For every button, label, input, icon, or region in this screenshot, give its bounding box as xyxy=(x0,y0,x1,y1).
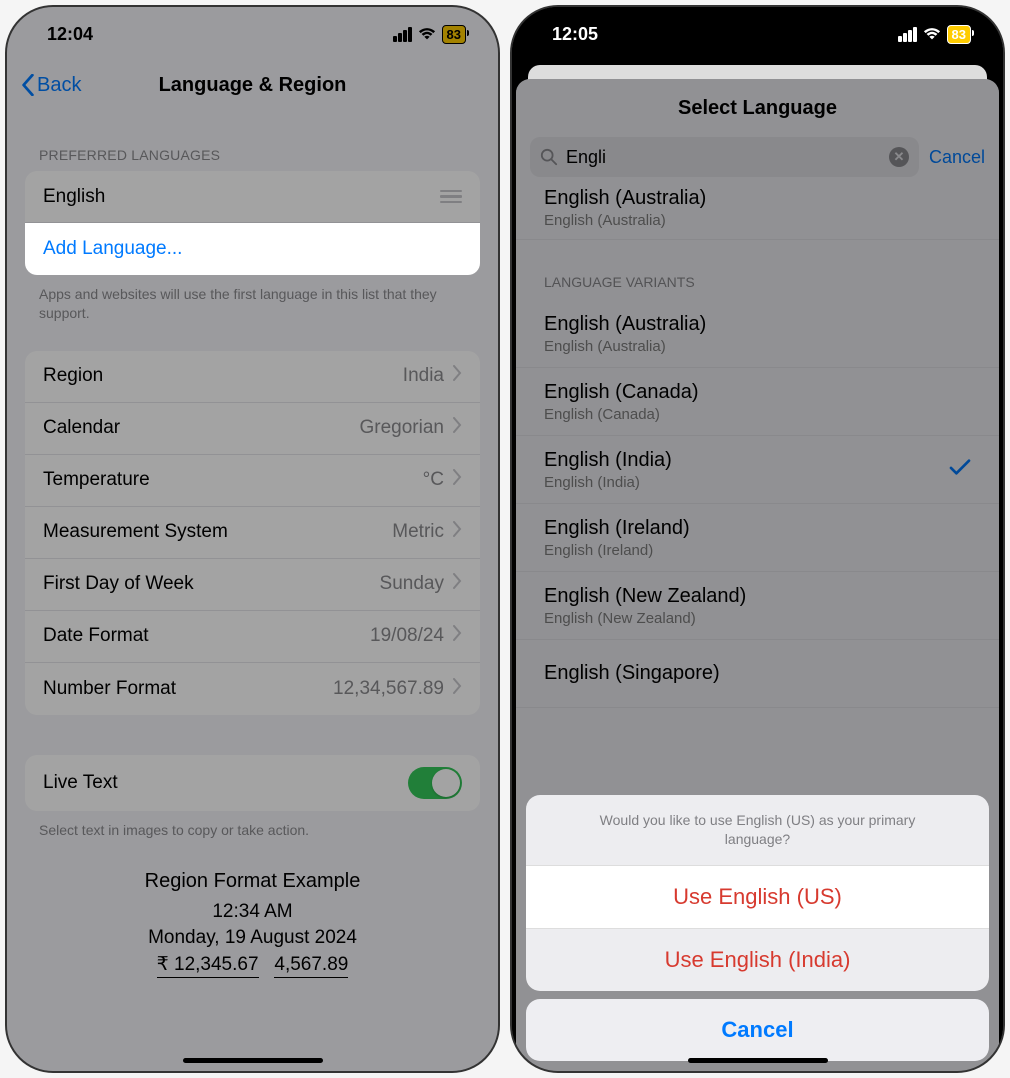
cancel-search-button[interactable]: Cancel xyxy=(929,147,985,168)
example-numbers: ₹ 12,345.67 4,567.89 xyxy=(7,953,498,978)
back-label: Back xyxy=(37,74,81,97)
status-time: 12:04 xyxy=(47,24,93,45)
variants-header: LANGUAGE VARIANTS xyxy=(516,240,999,300)
status-right: 83 xyxy=(898,25,971,44)
sheet-title: Select Language xyxy=(516,79,999,137)
back-button[interactable]: Back xyxy=(21,74,81,97)
action-sheet-cancel-button[interactable]: Cancel xyxy=(526,999,989,1061)
chevron-right-icon xyxy=(452,365,462,387)
add-language-row[interactable]: Add Language... xyxy=(25,223,480,275)
search-field[interactable]: ✕ xyxy=(530,137,919,177)
cellular-icon xyxy=(898,27,917,42)
calendar-row[interactable]: Calendar Gregorian xyxy=(25,403,480,455)
list-item[interactable]: English (Australia) English (Australia) xyxy=(516,187,999,240)
status-right: 83 xyxy=(393,25,466,44)
chevron-right-icon xyxy=(452,417,462,439)
live-text-row[interactable]: Live Text xyxy=(25,755,480,811)
battery-indicator: 83 xyxy=(442,25,466,44)
cellular-icon xyxy=(393,27,412,42)
search-row: ✕ Cancel xyxy=(516,137,999,183)
status-time: 12:05 xyxy=(552,24,598,45)
preferred-languages-group: English Add Language... xyxy=(25,171,480,275)
live-text-toggle[interactable] xyxy=(408,767,462,799)
use-english-india-button[interactable]: Use English (India) xyxy=(526,929,989,991)
chevron-right-icon xyxy=(452,469,462,491)
chevron-right-icon xyxy=(452,521,462,543)
example-title: Region Format Example xyxy=(7,870,498,893)
temperature-row[interactable]: Temperature °C xyxy=(25,455,480,507)
list-item[interactable]: English (Singapore) xyxy=(516,640,999,708)
live-text-footer: Select text in images to copy or take ac… xyxy=(7,811,498,840)
preferred-languages-footer: Apps and websites will use the first lan… xyxy=(7,275,498,323)
date-format-row[interactable]: Date Format 19/08/24 xyxy=(25,611,480,663)
list-item[interactable]: English (Ireland)English (Ireland) xyxy=(516,504,999,572)
action-sheet: Would you like to use English (US) as yo… xyxy=(526,795,989,1061)
left-phone: 12:04 83 Back Language & Region PREFERRE… xyxy=(5,5,500,1073)
example-date: Monday, 19 August 2024 xyxy=(7,927,498,949)
language-row-english[interactable]: English xyxy=(25,171,480,223)
action-sheet-group: Would you like to use English (US) as yo… xyxy=(526,795,989,991)
add-language-label: Add Language... xyxy=(43,238,182,260)
action-sheet-message: Would you like to use English (US) as yo… xyxy=(526,795,989,866)
list-item[interactable]: English (New Zealand)English (New Zealan… xyxy=(516,572,999,640)
select-language-sheet: Select Language ✕ Cancel English (Austra… xyxy=(516,79,999,1071)
list-item[interactable]: English (Australia)English (Australia) xyxy=(516,300,999,368)
list-item[interactable]: English (Canada)English (Canada) xyxy=(516,368,999,436)
chevron-right-icon xyxy=(452,573,462,595)
status-bar: 12:04 83 xyxy=(7,7,498,61)
list-item[interactable]: English (India)English (India) xyxy=(516,436,999,504)
wifi-icon xyxy=(923,27,941,41)
region-format-example: Region Format Example 12:34 AM Monday, 1… xyxy=(7,840,498,978)
language-region-screen: 12:04 83 Back Language & Region PREFERRE… xyxy=(7,7,498,1071)
chevron-right-icon xyxy=(452,625,462,647)
measurement-row[interactable]: Measurement System Metric xyxy=(25,507,480,559)
home-indicator[interactable] xyxy=(688,1058,828,1063)
number-format-row[interactable]: Number Format 12,34,567.89 xyxy=(25,663,480,715)
search-input[interactable] xyxy=(566,147,881,168)
search-icon xyxy=(540,148,558,166)
preferred-languages-header: PREFERRED LANGUAGES xyxy=(7,109,498,171)
region-row[interactable]: Region India xyxy=(25,351,480,403)
example-time: 12:34 AM xyxy=(7,901,498,923)
battery-indicator: 83 xyxy=(947,25,971,44)
first-day-row[interactable]: First Day of Week Sunday xyxy=(25,559,480,611)
select-language-screen: 12:05 83 Select Language ✕ Cancel xyxy=(512,7,1003,1071)
chevron-right-icon xyxy=(452,678,462,700)
region-settings-group: Region India Calendar Gregorian Temperat… xyxy=(25,351,480,715)
clear-search-button[interactable]: ✕ xyxy=(889,147,909,167)
live-text-group: Live Text xyxy=(25,755,480,811)
use-english-us-button[interactable]: Use English (US) xyxy=(526,866,989,929)
wifi-icon xyxy=(418,27,436,41)
nav-bar: Back Language & Region xyxy=(7,61,498,109)
drag-handle-icon[interactable] xyxy=(440,190,462,204)
language-name: English xyxy=(43,186,105,208)
right-phone: 12:05 83 Select Language ✕ Cancel xyxy=(510,5,1005,1073)
status-bar: 12:05 83 xyxy=(512,7,1003,61)
chevron-left-icon xyxy=(21,74,35,96)
home-indicator[interactable] xyxy=(183,1058,323,1063)
checkmark-icon xyxy=(949,458,971,481)
